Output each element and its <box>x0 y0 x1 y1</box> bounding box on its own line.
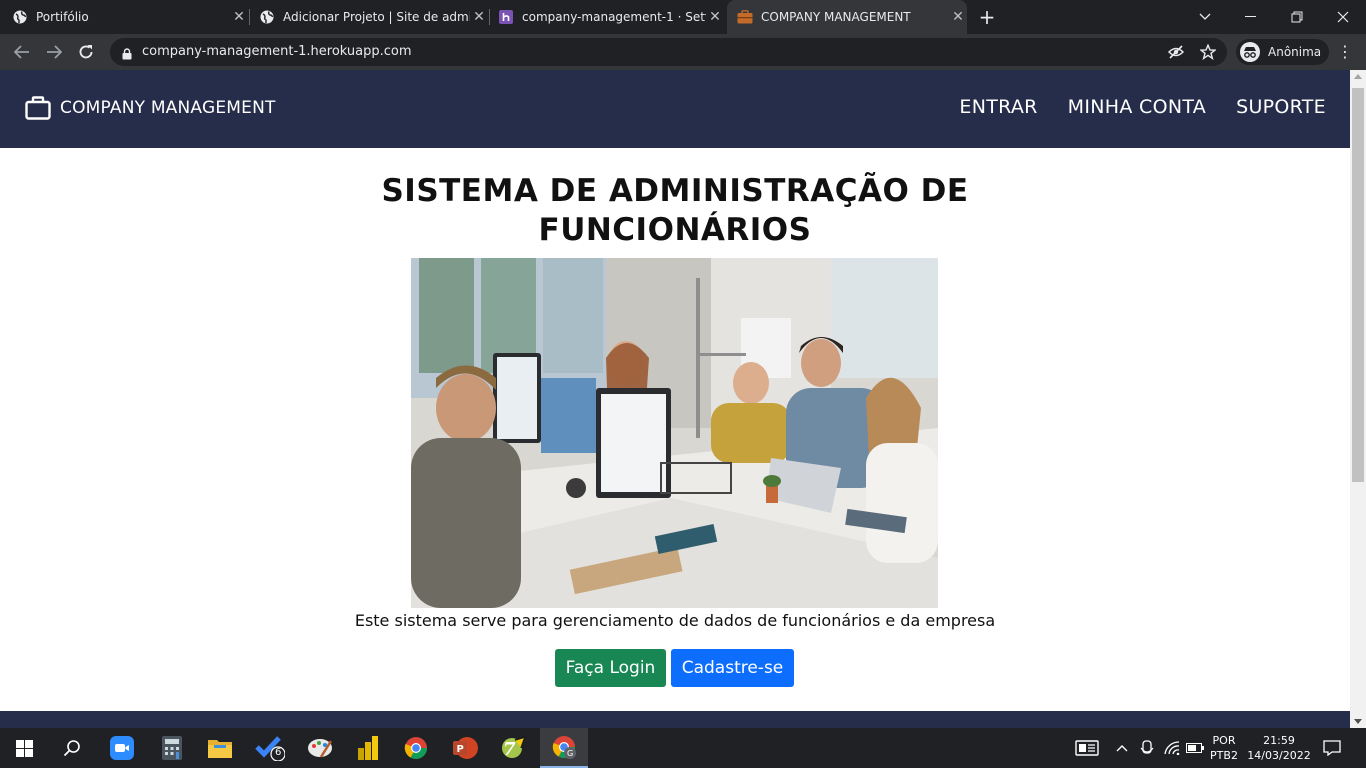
profile-label: Anônima <box>1268 45 1322 59</box>
power-bi-icon <box>358 736 378 760</box>
star-icon[interactable] <box>1199 43 1217 61</box>
notepad-plus-plus-icon: 7 <box>502 736 527 760</box>
close-window-icon[interactable] <box>1320 0 1366 34</box>
keyboard-layout: PTB2 <box>1210 749 1238 762</box>
file-explorer-app[interactable] <box>196 728 244 768</box>
language-indicator[interactable]: POR PTB2 <box>1206 733 1242 763</box>
lock-icon <box>122 45 132 60</box>
url-text: company-management-1.herokuapp.com <box>142 44 412 59</box>
reload-icon[interactable] <box>73 39 99 65</box>
address-bar[interactable]: company-management-1.herokuapp.com <box>110 38 1227 66</box>
site-navbar: COMPANY MANAGEMENT ENTRAR MINHA CONTA SU… <box>0 70 1350 148</box>
tab-title: COMPANY MANAGEMENT <box>761 10 911 24</box>
site-footer <box>0 711 1350 728</box>
clock[interactable]: 21:59 14/03/2022 <box>1246 733 1312 763</box>
clock-date: 14/03/2022 <box>1247 749 1311 762</box>
todo-badge: 6 <box>275 747 282 758</box>
close-tab-icon[interactable]: ✕ <box>230 8 248 26</box>
zoom-icon <box>110 736 134 760</box>
incognito-icon <box>1240 42 1260 62</box>
svg-text:7: 7 <box>503 739 516 760</box>
tab-divider <box>489 9 490 25</box>
search-button[interactable] <box>48 728 96 768</box>
tab-search-icon[interactable] <box>1182 0 1228 34</box>
chevron-up-icon[interactable] <box>1112 738 1132 758</box>
page-description: Este sistema serve para gerenciamento de… <box>354 611 996 630</box>
globe-icon <box>259 9 275 25</box>
news-widget-icon[interactable] <box>1074 738 1100 758</box>
folder-icon <box>208 740 232 758</box>
zoom-app[interactable] <box>98 728 146 768</box>
tab-title: Adicionar Projeto | Site de admin <box>283 10 470 24</box>
back-icon[interactable] <box>9 39 35 65</box>
todo-app[interactable]: 6 <box>246 728 294 768</box>
office-team-photo <box>411 258 938 608</box>
new-tab-button[interactable]: + <box>976 6 998 28</box>
minimize-icon[interactable] <box>1228 0 1274 34</box>
svg-text:P: P <box>457 744 464 755</box>
signup-button[interactable]: Cadastre-se <box>671 649 794 687</box>
chrome-icon <box>404 737 427 759</box>
browser-toolbar: company-management-1.herokuapp.com Anôni… <box>0 34 1366 70</box>
globe-icon <box>12 9 28 25</box>
incognito-profile-button[interactable]: Anônima <box>1236 39 1330 65</box>
eye-blocked-icon[interactable] <box>1167 44 1185 60</box>
briefcase-icon <box>737 9 753 25</box>
power-bi-app[interactable] <box>344 728 392 768</box>
tab-divider <box>249 9 250 25</box>
wifi-icon[interactable] <box>1162 738 1182 758</box>
forward-icon[interactable] <box>41 39 67 65</box>
start-button[interactable] <box>0 728 48 768</box>
close-tab-icon[interactable]: ✕ <box>706 8 724 26</box>
battery-icon[interactable] <box>1185 738 1205 758</box>
tab-adicionar-projeto[interactable]: Adicionar Projeto | Site de admin ✕ <box>252 0 488 34</box>
calculator-app[interactable] <box>148 728 196 768</box>
windows-logo-icon <box>15 739 33 757</box>
scroll-down-icon[interactable] <box>1354 719 1362 724</box>
nav-minha-conta[interactable]: MINHA CONTA <box>1068 96 1206 118</box>
chrome-app[interactable] <box>392 728 440 768</box>
menu-kebab-icon[interactable]: ⋮ <box>1336 42 1354 62</box>
scrollbar-thumb[interactable] <box>1352 88 1364 482</box>
site-nav-links: ENTRAR MINHA CONTA SUPORTE <box>929 96 1326 118</box>
tab-company-management[interactable]: COMPANY MANAGEMENT ✕ <box>727 0 967 34</box>
windows-taskbar: 6 P 7 G POR PTB2 21:59 14/03/2022 <box>0 728 1366 768</box>
page-title: SISTEMA DE ADMINISTRAÇÃO DE FUNCIONÁRIOS <box>381 173 969 248</box>
notifications-icon[interactable] <box>1322 738 1342 758</box>
calculator-icon <box>162 736 182 760</box>
paint-palette-icon <box>308 739 333 758</box>
tab-portfolio[interactable]: Portifólio ✕ <box>12 0 248 34</box>
chrome-icon: G <box>552 736 576 759</box>
meet-now-icon[interactable] <box>1137 738 1157 758</box>
page-viewport: COMPANY MANAGEMENT ENTRAR MINHA CONTA SU… <box>0 70 1350 728</box>
clock-time: 21:59 <box>1263 734 1295 747</box>
chrome-incognito-app[interactable]: G <box>540 728 588 768</box>
vertical-scrollbar[interactable] <box>1350 70 1366 728</box>
language-code: POR <box>1212 734 1236 747</box>
close-tab-icon[interactable]: ✕ <box>470 8 488 26</box>
nav-entrar[interactable]: ENTRAR <box>959 96 1037 118</box>
tab-heroku-settings[interactable]: company-management-1 · Settin ✕ <box>492 0 724 34</box>
powerpoint-icon: P <box>453 737 478 759</box>
tab-title: Portifólio <box>36 10 89 24</box>
login-button[interactable]: Faça Login <box>555 649 666 687</box>
svg-text:G: G <box>567 749 573 758</box>
brand-link[interactable]: COMPANY MANAGEMENT <box>25 96 276 120</box>
scroll-up-icon[interactable] <box>1354 74 1362 79</box>
tab-strip: Portifólio ✕ Adicionar Projeto | Site de… <box>0 0 1366 34</box>
tab-title: company-management-1 · Settin <box>522 10 706 24</box>
restore-icon[interactable] <box>1274 0 1320 34</box>
powerpoint-app[interactable]: P <box>442 728 490 768</box>
briefcase-icon <box>25 96 51 120</box>
nav-suporte[interactable]: SUPORTE <box>1236 96 1326 118</box>
brand-name: COMPANY MANAGEMENT <box>60 98 276 118</box>
search-icon <box>63 740 80 757</box>
close-tab-icon[interactable]: ✕ <box>949 8 967 26</box>
heroku-icon <box>498 9 514 25</box>
paint-app[interactable] <box>296 728 344 768</box>
notepad-plus-plus-app[interactable]: 7 <box>490 728 538 768</box>
